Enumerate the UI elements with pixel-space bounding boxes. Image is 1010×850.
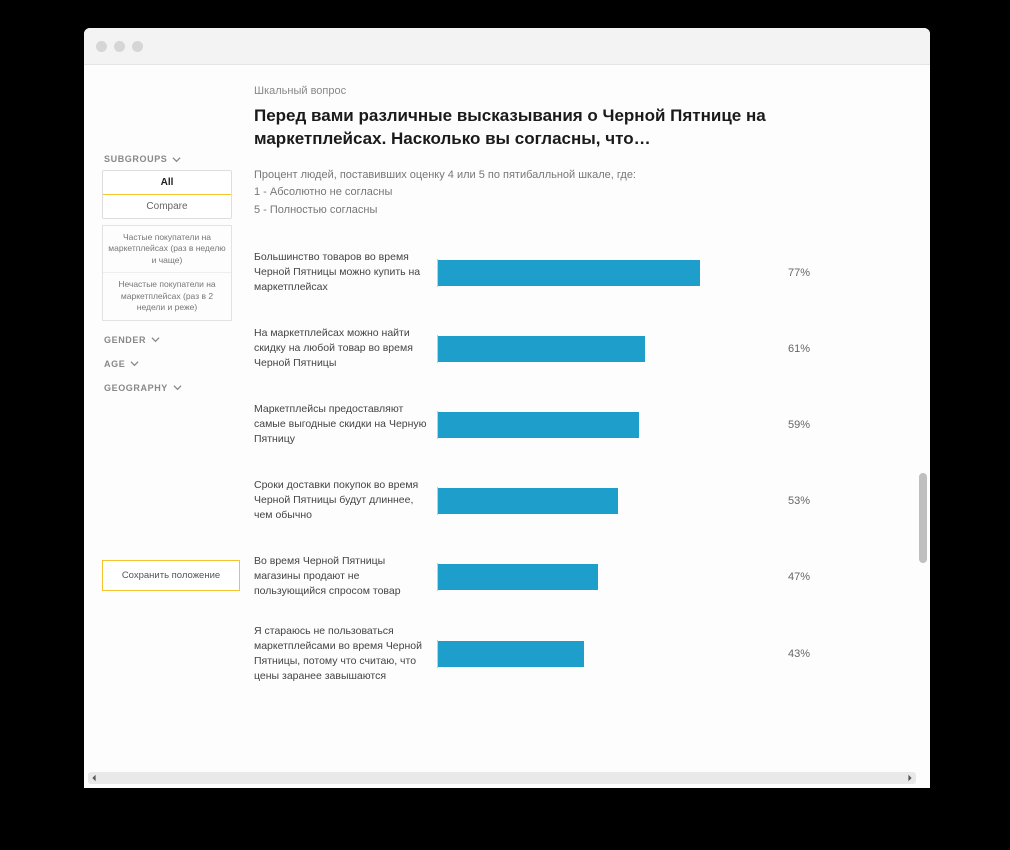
bar — [438, 412, 639, 438]
browser-window: SUBGROUPS All Compare Частые покупатели … — [84, 28, 930, 788]
bar — [438, 641, 584, 667]
bar-area — [437, 259, 778, 287]
description: Процент людей, поставивших оценку 4 или … — [254, 167, 930, 220]
filter-age[interactable]: AGE — [104, 359, 232, 369]
segment-list: Частые покупатели на маркетплейсах (раз … — [102, 225, 232, 321]
bar-area — [437, 563, 778, 591]
vertical-scroll-thumb[interactable] — [919, 473, 927, 563]
filter-label: GEOGRAPHY — [104, 383, 168, 393]
description-line: 5 - Полностью согласны — [254, 202, 930, 220]
bar-label: На маркетплейсах можно найти скидку на л… — [254, 326, 437, 372]
bar-label: Сроки доставки покупок во время Черной П… — [254, 478, 437, 524]
layout: SUBGROUPS All Compare Частые покупатели … — [84, 65, 930, 703]
bar — [438, 488, 618, 514]
bar-label: Я стараюсь не пользоваться маркетплейсам… — [254, 624, 437, 685]
horizontal-scrollbar[interactable] — [88, 772, 916, 784]
bar-label: Во время Черной Пятницы магазины продают… — [254, 554, 437, 600]
vertical-scrollbar[interactable] — [919, 73, 927, 766]
scroll-left-arrow-icon[interactable] — [90, 774, 98, 782]
tab-all[interactable]: All — [102, 170, 232, 195]
description-line: 1 - Абсолютно не согласны — [254, 184, 930, 202]
chart-row: Большинство товаров во время Черной Пятн… — [254, 244, 930, 302]
filter-subgroups[interactable]: SUBGROUPS — [104, 154, 232, 164]
bar — [438, 260, 700, 286]
chart-row: Маркетплейсы предоставляют самые выгодны… — [254, 396, 930, 454]
bar — [438, 564, 598, 590]
bar-value: 77% — [788, 267, 810, 279]
page-title: Перед вами различные высказывания о Черн… — [254, 105, 894, 151]
chevron-down-icon — [172, 155, 181, 164]
chevron-down-icon — [151, 335, 160, 344]
tab-compare[interactable]: Compare — [103, 195, 231, 218]
chart-row: Во время Черной Пятницы магазины продают… — [254, 548, 930, 606]
filter-gender[interactable]: GENDER — [104, 335, 232, 345]
sidebar: SUBGROUPS All Compare Частые покупатели … — [84, 65, 242, 703]
main: Шкальный вопрос Перед вами различные выс… — [242, 65, 930, 703]
subgroup-tabs: All Compare — [102, 170, 232, 219]
question-type: Шкальный вопрос — [254, 85, 930, 97]
window-titlebar — [84, 28, 930, 65]
bar-value: 61% — [788, 343, 810, 355]
bar-value: 53% — [788, 495, 810, 507]
window-dot — [96, 41, 107, 52]
window-dot — [114, 41, 125, 52]
bar-area — [437, 411, 778, 439]
bar-chart: Большинство товаров во время Черной Пятн… — [254, 244, 930, 685]
save-position-button[interactable]: Сохранить положение — [102, 560, 240, 591]
window-dot — [132, 41, 143, 52]
chevron-down-icon — [173, 383, 182, 392]
bar-area — [437, 640, 778, 668]
chevron-down-icon — [130, 359, 139, 368]
bar — [438, 336, 645, 362]
description-line: Процент людей, поставивших оценку 4 или … — [254, 167, 930, 185]
segment-item[interactable]: Частые покупатели на маркетплейсах (раз … — [103, 226, 231, 273]
scroll-right-arrow-icon[interactable] — [906, 774, 914, 782]
chart-row: На маркетплейсах можно найти скидку на л… — [254, 320, 930, 378]
bar-value: 43% — [788, 648, 810, 660]
chart-row: Сроки доставки покупок во время Черной П… — [254, 472, 930, 530]
filter-label: SUBGROUPS — [104, 154, 167, 164]
bar-area — [437, 335, 778, 363]
filter-geography[interactable]: GEOGRAPHY — [104, 383, 232, 393]
bar-value: 47% — [788, 571, 810, 583]
filter-label: GENDER — [104, 335, 146, 345]
viewport: SUBGROUPS All Compare Частые покупатели … — [84, 65, 930, 788]
bar-label: Большинство товаров во время Черной Пятн… — [254, 250, 437, 296]
bar-label: Маркетплейсы предоставляют самые выгодны… — [254, 402, 437, 448]
bar-area — [437, 487, 778, 515]
segment-item[interactable]: Нечастые покупатели на маркетплейсах (ра… — [103, 273, 231, 319]
horizontal-scroll-track[interactable] — [98, 772, 906, 784]
filter-label: AGE — [104, 359, 125, 369]
chart-row: Я стараюсь не пользоваться маркетплейсам… — [254, 624, 930, 685]
bar-value: 59% — [788, 419, 810, 431]
content-scroll: SUBGROUPS All Compare Частые покупатели … — [84, 65, 930, 788]
